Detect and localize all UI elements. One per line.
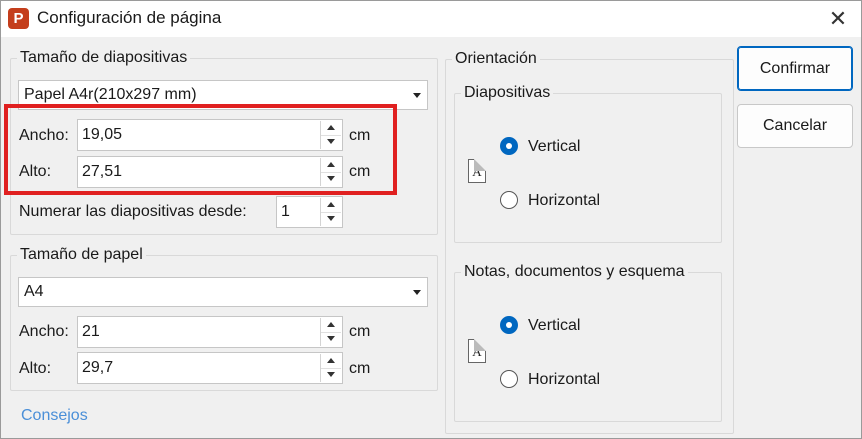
cancel-button[interactable]: Cancelar (737, 104, 853, 148)
slides-vertical-radio[interactable] (500, 137, 518, 155)
paper-width-label: Ancho: (19, 323, 69, 340)
notes-horizontal-radio[interactable] (500, 370, 518, 388)
presentation-app-icon: P (8, 8, 29, 29)
slides-orientation-legend: Diapositivas (461, 84, 554, 102)
increment-button[interactable] (321, 198, 341, 213)
paper-height-value[interactable]: 29,7 (82, 359, 113, 377)
notes-orientation-legend: Notas, documentos y esquema (461, 263, 688, 281)
paper-height-stepper[interactable]: 29,7 (77, 352, 343, 384)
paper-size-legend: Tamaño de papel (17, 246, 146, 264)
paper-height-unit: cm (349, 360, 371, 377)
paper-size-selected: A4 (24, 283, 44, 300)
chevron-down-icon (413, 93, 421, 98)
number-slides-from-value[interactable]: 1 (281, 203, 290, 221)
title-bar: P Configuración de página ✕ (1, 1, 861, 37)
dialog-title: Configuración de página (37, 8, 222, 27)
slides-horizontal-radio[interactable] (500, 191, 518, 209)
arrow-up-icon (327, 202, 335, 207)
paper-size-dropdown[interactable]: A4 (18, 277, 428, 307)
tips-link[interactable]: Consejos (21, 407, 88, 425)
chevron-down-icon (413, 290, 421, 295)
number-slides-from-label: Numerar las diapositivas desde: (19, 203, 247, 220)
paper-width-spin-buttons (320, 318, 341, 346)
increment-button[interactable] (321, 354, 341, 369)
notes-horizontal-label[interactable]: Horizontal (528, 371, 600, 389)
notes-vertical-label[interactable]: Vertical (528, 317, 580, 335)
arrow-down-icon (327, 216, 335, 221)
decrement-button[interactable] (321, 212, 341, 226)
paper-width-unit: cm (349, 323, 371, 340)
arrow-up-icon (327, 358, 335, 363)
page-setup-dialog: P Configuración de página ✕ Tamaño de di… (0, 0, 862, 439)
highlight-box (4, 104, 397, 195)
notes-vertical-radio[interactable] (500, 316, 518, 334)
slide-size-selected: Papel A4r(210x297 mm) (24, 86, 197, 103)
notes-orientation-group (454, 272, 722, 422)
paper-height-spin-buttons (320, 354, 341, 382)
portrait-page-icon: A (468, 159, 486, 183)
number-from-spin-buttons (320, 198, 341, 226)
orientation-legend: Orientación (452, 50, 540, 68)
arrow-down-icon (327, 372, 335, 377)
decrement-button[interactable] (321, 332, 341, 346)
increment-button[interactable] (321, 318, 341, 333)
arrow-down-icon (327, 336, 335, 341)
slide-size-legend: Tamaño de diapositivas (17, 49, 191, 67)
portrait-page-icon: A (468, 339, 486, 363)
slides-orientation-group (454, 93, 722, 243)
decrement-button[interactable] (321, 368, 341, 382)
number-slides-from-stepper[interactable]: 1 (276, 196, 343, 228)
paper-width-value[interactable]: 21 (82, 323, 100, 341)
close-icon[interactable]: ✕ (816, 2, 860, 36)
confirm-button[interactable]: Confirmar (737, 46, 853, 91)
slides-vertical-label[interactable]: Vertical (528, 138, 580, 156)
paper-width-stepper[interactable]: 21 (77, 316, 343, 348)
arrow-up-icon (327, 322, 335, 327)
paper-height-label: Alto: (19, 360, 52, 377)
slides-horizontal-label[interactable]: Horizontal (528, 192, 600, 210)
